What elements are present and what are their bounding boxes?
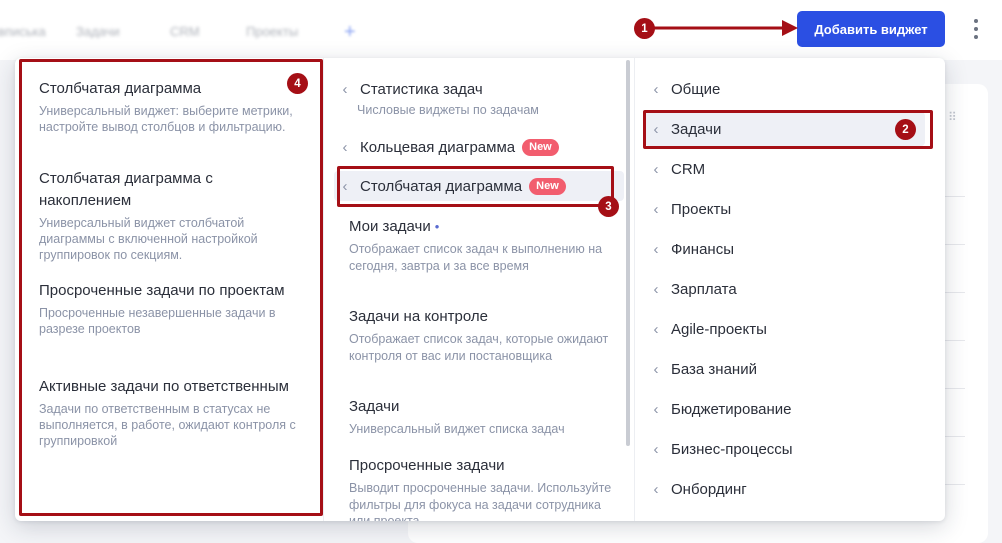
widget-description: Универсальный виджет списка задач — [349, 422, 565, 436]
category-tasks[interactable]: ‹ Задачи — [645, 112, 925, 146]
scrollbar[interactable] — [626, 60, 630, 446]
chevron-left-icon: ‹ — [653, 440, 659, 458]
category-label: Онбординг — [671, 480, 747, 498]
category-salary[interactable]: ‹ Зарплата — [645, 272, 925, 306]
category-label: Задачи — [671, 120, 722, 138]
chevron-left-icon: ‹ — [653, 360, 659, 378]
widget-title: Задачи — [349, 398, 400, 415]
kebab-vertical-icon[interactable] — [968, 17, 984, 41]
chevron-left-icon: ‹ — [653, 280, 659, 298]
category-agile[interactable]: ‹ Agile-проекты — [645, 312, 925, 346]
category-crm[interactable]: ‹ CRM — [645, 152, 925, 186]
annotation-marker-4: 4 — [287, 73, 308, 94]
category-label: CRM — [671, 160, 706, 178]
chevron-left-icon: ‹ — [653, 480, 659, 498]
widget-description: Отображает список задач, которые ожидают… — [349, 332, 609, 363]
widget-title: Просроченные задачи по проектам — [39, 282, 285, 299]
widget-item[interactable]: Мои задачи • Отображает список задач к вы… — [349, 216, 619, 274]
widget-title: Задачи на контроле — [349, 308, 488, 325]
widget-item[interactable]: Просроченные задачи Выводит просроченные… — [349, 455, 619, 521]
category-label: Финансы — [671, 240, 734, 258]
widget-item[interactable]: Столбчатая диаграмма Универсальный видже… — [39, 78, 309, 135]
widget-description: Универсальный виджет столбчатой диаграмм… — [39, 216, 258, 262]
category-label: Зарплата — [671, 280, 737, 298]
annotation-marker-1: 1 — [634, 18, 655, 39]
subcategory-label: Столбчатая диаграмма — [360, 177, 523, 195]
annotation-marker-2: 2 — [895, 119, 916, 140]
category-label: Бюджетирование — [671, 400, 792, 418]
category-onboarding[interactable]: ‹ Онбординг — [645, 472, 925, 506]
widget-item[interactable]: Активные задачи по ответственным Задачи … — [39, 376, 309, 449]
widget-description: Просроченные незавершенные задачи в разр… — [39, 306, 276, 336]
category-business-processes[interactable]: ‹ Бизнес-процессы — [645, 432, 925, 466]
arrow-annotation — [652, 20, 798, 36]
category-label: Общие — [671, 80, 721, 98]
category-general[interactable]: ‹ Общие — [645, 72, 925, 106]
chevron-left-icon: ‹ — [342, 177, 348, 195]
chevron-left-icon: ‹ — [653, 80, 659, 98]
widget-title: Столбчатая диаграмма — [39, 80, 202, 97]
chevron-left-icon: ‹ — [653, 320, 659, 338]
category-knowledge-base[interactable]: ‹ База знаний — [645, 352, 925, 386]
drag-grid-icon[interactable]: ⠿ — [948, 110, 962, 124]
new-badge: New — [522, 138, 559, 156]
category-budgeting[interactable]: ‹ Бюджетирование — [645, 392, 925, 426]
chevron-left-icon: ‹ — [653, 120, 659, 138]
chevron-left-icon: ‹ — [653, 400, 659, 418]
subcategory-label: Кольцевая диаграмма — [360, 138, 516, 156]
add-widget-button[interactable]: Добавить виджет — [797, 11, 945, 47]
tab-background-0[interactable]: вписька — [0, 24, 46, 39]
category-label: База знаний — [671, 360, 757, 378]
widget-description: Задачи по ответственным в статусах не вы… — [39, 402, 296, 448]
chevron-left-icon: ‹ — [653, 200, 659, 218]
subcategory-bar-chart[interactable]: ‹ Столбчатая диаграмма New — [334, 171, 624, 201]
tab-projects[interactable]: Проекты — [246, 24, 298, 39]
subcategory-panel: ‹ Статистика задач Числовые виджеты по з… — [323, 58, 635, 521]
tab-crm[interactable]: CRM — [170, 24, 200, 39]
subcategory-task-stats[interactable]: ‹ Статистика задач — [334, 74, 624, 104]
chevron-left-icon: ‹ — [342, 138, 348, 156]
tab-tasks[interactable]: Задачи — [76, 24, 120, 39]
widget-item[interactable]: Задачи Универсальный виджет списка задач — [349, 396, 619, 438]
category-projects[interactable]: ‹ Проекты — [645, 192, 925, 226]
category-finance[interactable]: ‹ Финансы — [645, 232, 925, 266]
annotation-marker-3: 3 — [598, 196, 619, 217]
widget-title: Столбчатая диаграмма с накоплением — [39, 170, 213, 209]
widget-item[interactable]: Столбчатая диаграмма с накоплением Униве… — [39, 168, 309, 263]
chevron-left-icon: ‹ — [653, 240, 659, 258]
category-label: Agile-проекты — [671, 320, 767, 338]
widget-title: Просроченные задачи — [349, 457, 505, 474]
widget-description: Выводит просроченные задачи. Используйте… — [349, 481, 612, 521]
chevron-left-icon: ‹ — [653, 160, 659, 178]
dot-indicator: • — [434, 219, 440, 234]
widget-title: Активные задачи по ответственным — [39, 378, 289, 395]
widget-title: Мои задачи • — [349, 218, 440, 235]
widget-description: Отображает список задач к выполнению на … — [349, 242, 603, 273]
widget-item[interactable]: Задачи на контроле Отображает список зад… — [349, 306, 619, 364]
widget-list-panel: Столбчатая диаграмма Универсальный видже… — [15, 58, 323, 521]
category-label: Проекты — [671, 200, 732, 218]
subcategory-subtitle: Числовые виджеты по задачам — [357, 103, 539, 117]
subcategory-label: Статистика задач — [360, 80, 483, 98]
add-tab-icon[interactable]: + — [344, 21, 356, 44]
widget-picker-dropdown: Столбчатая диаграмма Универсальный видже… — [15, 58, 945, 521]
category-label: Бизнес-процессы — [671, 440, 793, 458]
widget-item[interactable]: Просроченные задачи по проектам Просроче… — [39, 280, 309, 337]
subcategory-donut-chart[interactable]: ‹ Кольцевая диаграмма New — [334, 132, 624, 162]
new-badge: New — [529, 177, 566, 195]
chevron-left-icon: ‹ — [342, 80, 348, 98]
widget-description: Универсальный виджет: выберите метрики, … — [39, 104, 293, 134]
